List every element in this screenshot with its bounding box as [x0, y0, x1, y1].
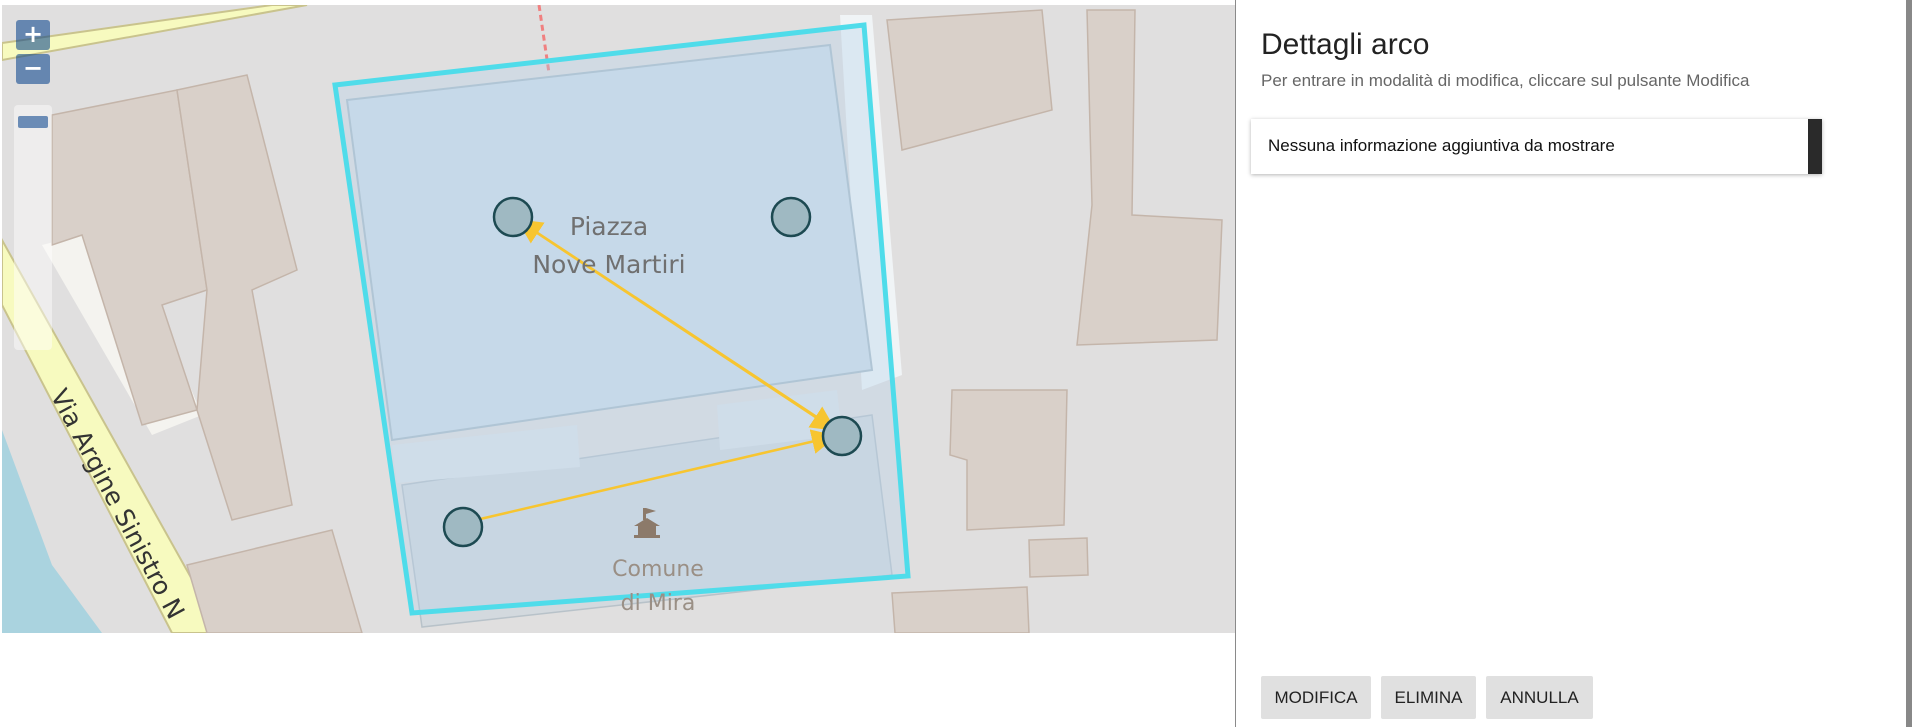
details-panel: Dettagli arco Per entrare in modalità di… [1236, 0, 1912, 727]
square-label-2: Nove Martiri [532, 250, 685, 279]
annulla-button[interactable]: ANNULLA [1486, 676, 1593, 719]
elimina-button[interactable]: ELIMINA [1381, 676, 1476, 719]
townhall-label-2: di Mira [621, 591, 696, 616]
info-scrollbar[interactable] [1808, 119, 1822, 174]
modifica-button[interactable]: MODIFICA [1261, 676, 1371, 719]
page-title: Dettagli arco [1261, 28, 1430, 61]
page-subtitle: Per entrare in modalità di modifica, cli… [1261, 71, 1750, 90]
building [949, 389, 1068, 531]
window-edge-scrollbar [1906, 0, 1912, 727]
graph-node [821, 415, 863, 457]
building [1028, 537, 1089, 578]
info-message: Nessuna informazione aggiuntiva da mostr… [1268, 136, 1615, 155]
graph-node [492, 196, 534, 238]
selection-polygon [332, 22, 911, 616]
zoom-slider-thumb[interactable] [18, 116, 48, 128]
zoom-slider-track[interactable] [14, 105, 52, 350]
map-view[interactable]: Piazza Nove Martiri Comune di Mira Via A… [2, 5, 1235, 633]
zoom-in-button[interactable]: + [16, 20, 50, 50]
zoom-out-button[interactable]: − [16, 54, 50, 84]
graph-node [770, 196, 812, 238]
graph-node [442, 506, 484, 548]
townhall-label: Comune [612, 557, 704, 582]
building [891, 586, 1030, 633]
map-canvas: Piazza Nove Martiri Comune di Mira Via A… [2, 5, 1235, 633]
square-label: Piazza [570, 212, 648, 241]
info-card: Nessuna informazione aggiuntiva da mostr… [1251, 119, 1822, 174]
